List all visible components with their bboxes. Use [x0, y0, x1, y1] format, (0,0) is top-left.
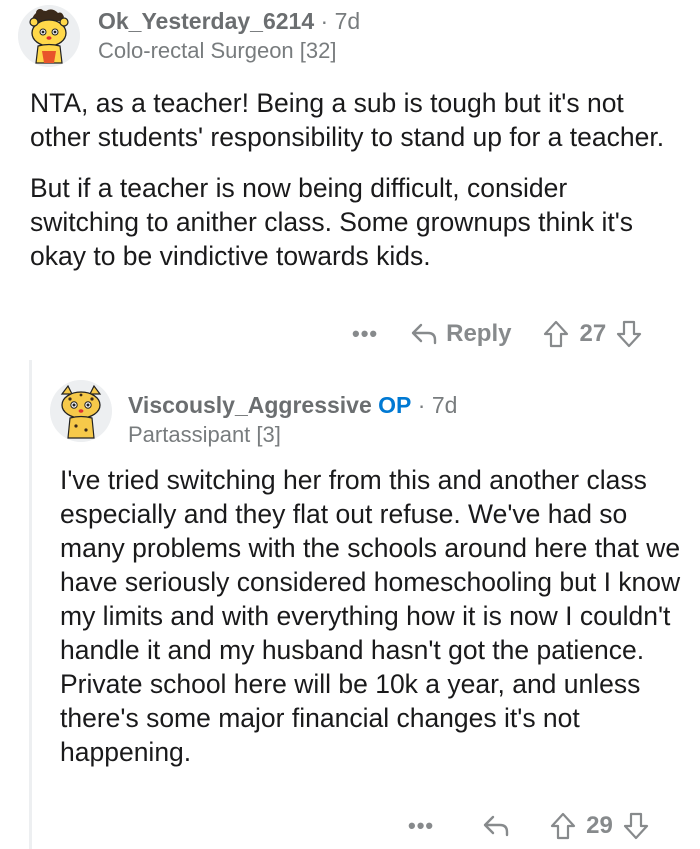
reply-arrow-icon[interactable] — [482, 814, 510, 838]
comment-age: 7d — [431, 392, 458, 418]
upvote-arrow-icon[interactable] — [550, 812, 576, 840]
username-link[interactable]: Viscously_Aggressive — [128, 392, 372, 418]
downvote-arrow-icon[interactable] — [623, 812, 649, 840]
comment-paragraph: But if a teacher is now being difficult,… — [30, 173, 634, 271]
vote-controls: 29 — [550, 812, 649, 840]
user-avatar[interactable] — [18, 5, 80, 67]
comment-reply: Viscously_Aggressive OP · 7d Partassipan… — [0, 360, 700, 849]
user-flair: Partassipant [3] — [128, 422, 281, 447]
comment-actions: ••• Reply 27 — [352, 316, 672, 352]
comment-body: I've tried switching her from this and a… — [60, 463, 685, 769]
comment-age: 7d — [334, 8, 361, 34]
more-options-button[interactable]: ••• — [352, 321, 378, 347]
op-badge: OP — [378, 392, 412, 418]
vote-controls: 27 — [543, 320, 642, 348]
vote-score: 27 — [579, 320, 607, 347]
user-flair: Colo-rectal Surgeon [32] — [98, 38, 337, 63]
username-link[interactable]: Ok_Yesterday_6214 — [98, 8, 314, 34]
reply-button[interactable]: Reply — [410, 320, 511, 348]
comment-meta: Viscously_Aggressive OP · 7d — [128, 391, 457, 419]
more-options-button[interactable]: ••• — [408, 813, 434, 839]
vote-score: 29 — [586, 812, 613, 839]
snoo-avatar-icon — [18, 5, 80, 67]
snoo-avatar-icon — [50, 380, 112, 442]
reply-arrow-icon — [410, 322, 438, 346]
thread-line[interactable] — [29, 360, 32, 849]
comment-actions: ••• 29 — [408, 808, 678, 844]
downvote-arrow-icon[interactable] — [616, 320, 642, 348]
reply-label: Reply — [446, 320, 512, 347]
upvote-arrow-icon[interactable] — [543, 320, 569, 348]
comment-meta: Ok_Yesterday_6214 · 7d — [98, 7, 360, 35]
comment-top-level: Ok_Yesterday_6214 · 7d Colo-rectal Surge… — [0, 0, 700, 360]
user-avatar[interactable] — [50, 380, 112, 442]
comment-paragraph: I've tried switching her from this and a… — [60, 465, 681, 767]
meta-separator: · — [320, 8, 329, 34]
comment-body: NTA, as a teacher! Being a sub is tough … — [30, 86, 680, 273]
comment-paragraph: NTA, as a teacher! Being a sub is tough … — [30, 88, 665, 152]
meta-separator: · — [417, 392, 426, 418]
